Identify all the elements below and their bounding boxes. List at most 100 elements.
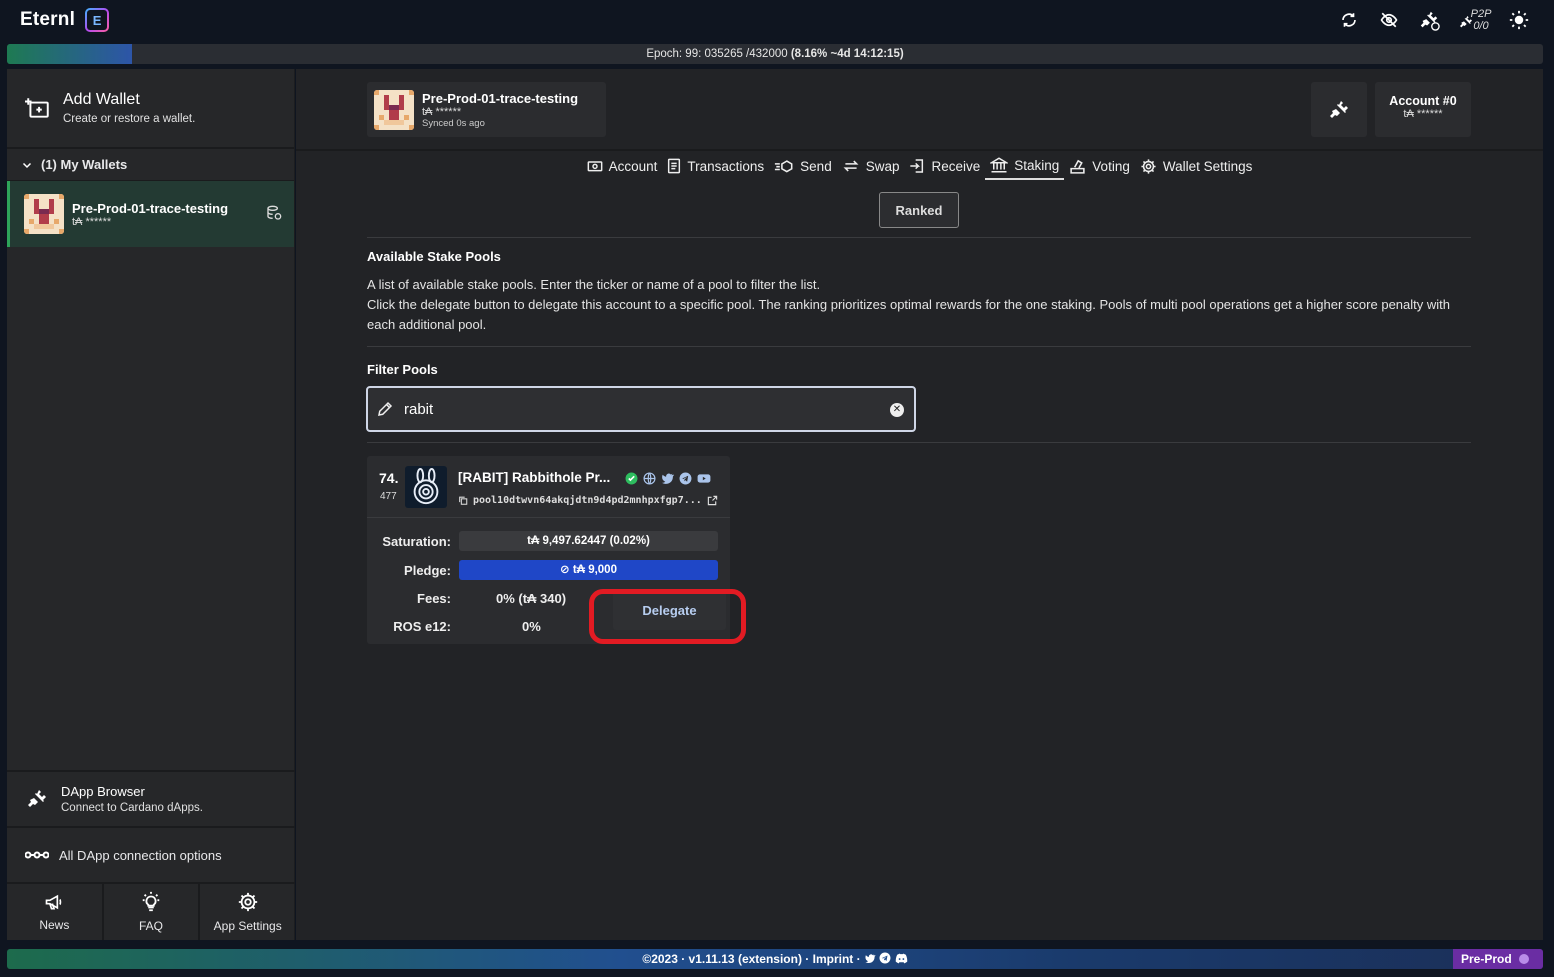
eye-off-icon[interactable] [1378, 6, 1400, 34]
sun-icon[interactable] [1508, 6, 1530, 34]
p2p-status[interactable]: P2P 0/0 [1458, 6, 1491, 34]
description-line-1: A list of available stake pools. Enter t… [367, 277, 821, 292]
gear-icon [238, 892, 257, 912]
network-badge[interactable]: Pre-Prod [1452, 949, 1543, 969]
my-wallets-toggle[interactable]: (1) My Wallets [7, 149, 294, 181]
faq-label: FAQ [139, 919, 164, 933]
copy-icon[interactable] [458, 495, 468, 506]
discord-icon[interactable] [895, 953, 908, 964]
add-wallet-icon [25, 98, 49, 118]
tab-wallet-settings-label: Wallet Settings [1162, 158, 1253, 174]
youtube-icon[interactable] [697, 472, 711, 485]
gear-icon [1141, 158, 1156, 174]
wallet-avatar [374, 89, 414, 130]
pool-rank: 74. [379, 470, 399, 486]
top-bar: Eternl E P2P 0/0 [0, 0, 1554, 42]
chevron-down-icon [22, 162, 32, 168]
dapp-connect-button[interactable] [1311, 82, 1367, 137]
megaphone-icon [45, 894, 62, 910]
pool-name[interactable]: [RABIT] Rabbithole Pr... [458, 470, 610, 485]
external-link-icon[interactable] [707, 495, 718, 506]
news-label: News [39, 918, 70, 932]
account-name: Account #0 [1389, 94, 1457, 108]
main-panel: Pre-Prod-01-trace-testing t₳ ****** Sync… [296, 69, 1543, 940]
tab-swap[interactable]: Swap [837, 152, 905, 180]
app-settings-label: App Settings [213, 919, 282, 933]
fees-value: 0% (t₳ 340) [496, 591, 567, 606]
filter-pools-field[interactable]: ✕ [366, 386, 916, 432]
account-card[interactable]: Account #0 t₳ ****** [1375, 82, 1471, 137]
ros-value: 0% [522, 619, 541, 634]
header-wallet-balance: t₳ ****** [422, 105, 462, 118]
clear-icon[interactable]: ✕ [890, 403, 904, 417]
brand[interactable]: Eternl E [20, 8, 110, 32]
news-button[interactable]: News [7, 884, 104, 940]
epoch-progress: Epoch: 99: 035265 /432000 (8.16% ~4d 14:… [7, 44, 1543, 64]
all-dapp-options-button[interactable]: All DApp connection options [7, 826, 295, 882]
pool-rank-sub: 477 [380, 491, 397, 502]
sidebar-wallet-item[interactable]: Pre-Prod-01-trace-testing t₳ ****** [7, 181, 294, 247]
camera-icon [587, 161, 603, 172]
add-wallet-button[interactable]: Add Wallet Create or restore a wallet. [7, 69, 294, 149]
header-wallet-synced: Synced 0s ago [422, 117, 485, 129]
tab-staking-label: Staking [1014, 157, 1060, 173]
telegram-icon[interactable] [879, 952, 891, 964]
swap-arrows-icon [843, 160, 859, 172]
twitter-icon[interactable] [661, 472, 674, 485]
add-wallet-subtitle: Create or restore a wallet. [63, 113, 196, 125]
pool-id-text: pool10dtwvn64akqjdtn9d4pd2mnhpxfgp7... [473, 495, 702, 506]
tab-send-label: Send [800, 158, 832, 174]
plug-icon [28, 790, 46, 807]
tab-send[interactable]: Send [769, 152, 837, 180]
epoch-prefix: Epoch: 99: 035265 /432000 [646, 48, 788, 60]
tab-transactions[interactable]: Transactions [662, 152, 769, 180]
saturation-label: Saturation: [382, 534, 451, 549]
pool-id[interactable]: pool10dtwvn64akqjdtn9d4pd2mnhpxfgp7... [458, 495, 718, 506]
network-label: Pre-Prod [1460, 952, 1512, 966]
filter-pools-input[interactable] [404, 400, 874, 418]
list-icon [668, 158, 681, 174]
eternl-logo-icon: E [85, 8, 110, 32]
ranked-button[interactable]: Ranked [879, 192, 959, 228]
tab-wallet-settings[interactable]: Wallet Settings [1135, 152, 1258, 180]
divider [367, 442, 1471, 443]
telegram-icon[interactable] [679, 472, 692, 485]
plug-network-icon[interactable] [1418, 6, 1440, 34]
bank-icon [990, 157, 1009, 173]
pencil-icon [378, 401, 393, 416]
twitter-icon[interactable] [864, 953, 876, 964]
tab-account[interactable]: Account [582, 152, 663, 180]
lightbulb-icon [142, 891, 160, 912]
receive-icon [910, 159, 924, 173]
add-wallet-title: Add Wallet [63, 91, 140, 108]
tab-voting-label: Voting [1092, 158, 1130, 174]
sidebar-wallet-balance: t₳ ****** [72, 215, 112, 228]
refresh-icon[interactable] [1338, 6, 1360, 34]
tab-voting[interactable]: Voting [1064, 152, 1135, 180]
dapp-browser-subtitle: Connect to Cardano dApps. [61, 802, 203, 814]
brand-name: Eternl [20, 9, 76, 30]
epoch-detail: (8.16% ~4d 14:12:15) [790, 48, 904, 60]
logo-letter: E [87, 10, 108, 30]
filter-pools-title: Filter Pools [367, 362, 438, 377]
divider [367, 237, 1471, 238]
pledge-value: t₳ 9,000 [572, 564, 617, 576]
network-check-icon [1519, 954, 1529, 964]
current-wallet-card[interactable]: Pre-Prod-01-trace-testing t₳ ****** Sync… [367, 82, 606, 137]
dapp-browser-title: DApp Browser [61, 784, 145, 799]
pool-logo [405, 466, 447, 508]
app-settings-button[interactable]: App Settings [200, 884, 295, 940]
pledge-label: Pledge: [404, 563, 451, 578]
globe-icon[interactable] [643, 472, 656, 485]
account-balance: t₳ ****** [1403, 108, 1443, 120]
database-sync-icon[interactable] [266, 205, 282, 224]
fees-label: Fees: [417, 591, 451, 606]
send-cube-icon [775, 160, 793, 173]
dapp-browser-button[interactable]: DApp Browser Connect to Cardano dApps. [7, 770, 295, 826]
header-wallet-name: Pre-Prod-01-trace-testing [422, 90, 579, 106]
epoch-text: Epoch: 99: 035265 /432000 (8.16% ~4d 14:… [7, 44, 1543, 64]
footer-text[interactable]: ©2023 · v1.11.13 (extension) · Imprint · [642, 952, 860, 966]
tab-receive[interactable]: Receive [904, 152, 985, 180]
faq-button[interactable]: FAQ [104, 884, 201, 940]
tab-staking[interactable]: Staking [985, 152, 1065, 180]
